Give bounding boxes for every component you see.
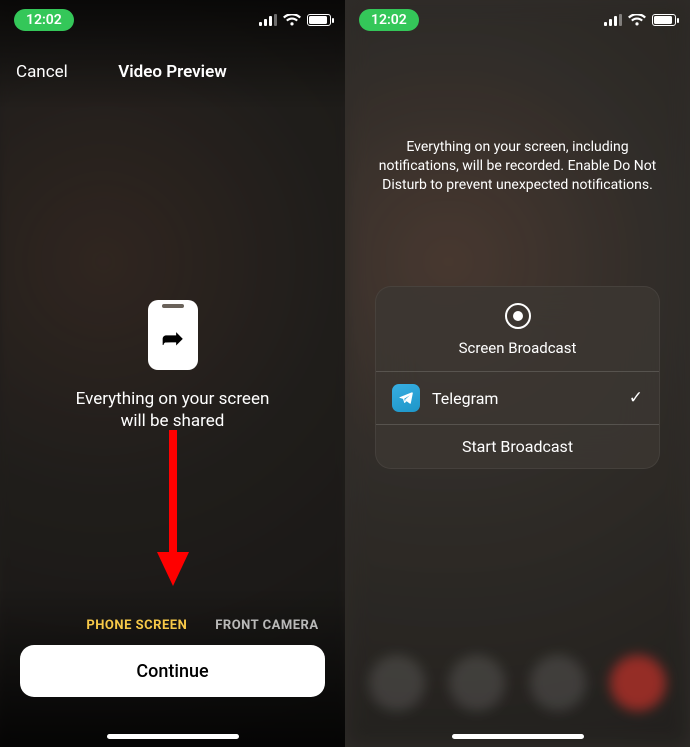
- checkmark-icon: ✓: [629, 388, 643, 408]
- status-bar: 12:02: [345, 6, 690, 34]
- mode-segmented-row: PHONE SCREEN FRONT CAMERA: [0, 618, 345, 633]
- start-broadcast-button[interactable]: Start Broadcast: [376, 424, 659, 468]
- start-broadcast-label: Start Broadcast: [462, 437, 573, 456]
- share-description-line1: Everything on your screen: [76, 389, 270, 409]
- share-description-line2: will be shared: [121, 411, 225, 431]
- battery-icon: [652, 14, 676, 26]
- status-bar: 12:02: [0, 6, 345, 34]
- home-indicator[interactable]: [107, 734, 239, 739]
- battery-icon: [307, 14, 331, 26]
- arrow-share-icon: ➦: [162, 324, 184, 354]
- telegram-app-icon: [392, 384, 420, 412]
- phone-left-video-preview: 12:02 Cancel Video Preview ➦ Everything …: [0, 0, 345, 747]
- annotation-red-arrow-icon: [153, 430, 193, 590]
- segment-phone-screen[interactable]: PHONE SCREEN: [86, 618, 187, 633]
- cancel-button[interactable]: Cancel: [16, 62, 68, 82]
- broadcast-app-name: Telegram: [432, 389, 629, 408]
- screen-broadcast-panel: Screen Broadcast Telegram ✓ Start Broadc…: [375, 286, 660, 469]
- share-description: Everything on your screen will be shared: [76, 388, 270, 432]
- wifi-icon: [628, 14, 646, 26]
- phone-right-screen-broadcast: 12:02 Everything on your screen, includi…: [345, 0, 690, 747]
- home-indicator[interactable]: [452, 734, 584, 739]
- record-icon: [505, 303, 531, 329]
- sheet-header: Cancel Video Preview: [0, 54, 345, 90]
- panel-header: Screen Broadcast: [376, 287, 659, 371]
- broadcast-app-row-telegram[interactable]: Telegram ✓: [376, 371, 659, 424]
- wifi-icon: [283, 14, 301, 26]
- cellular-icon: [604, 14, 622, 26]
- status-time-pill[interactable]: 12:02: [14, 9, 74, 31]
- segment-front-camera[interactable]: FRONT CAMERA: [215, 618, 318, 633]
- sheet-title: Video Preview: [118, 62, 227, 82]
- status-right: [604, 14, 676, 26]
- status-right: [259, 14, 331, 26]
- share-info-block: ➦ Everything on your screen will be shar…: [0, 300, 345, 432]
- panel-title: Screen Broadcast: [459, 339, 577, 357]
- phone-share-icon: ➦: [148, 300, 198, 370]
- status-time-pill[interactable]: 12:02: [359, 9, 419, 31]
- cellular-icon: [259, 14, 277, 26]
- continue-button[interactable]: Continue: [20, 645, 325, 697]
- recording-warning-text: Everything on your screen, including not…: [369, 138, 666, 195]
